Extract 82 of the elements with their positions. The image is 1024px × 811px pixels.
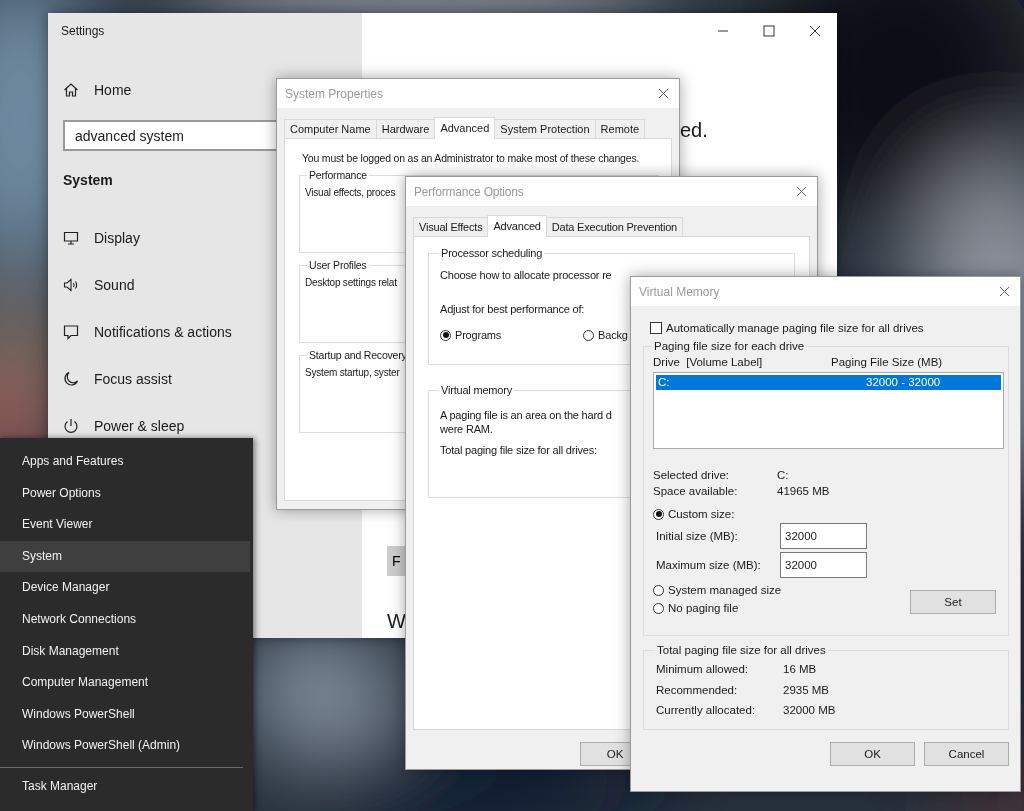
field-label: Space available: [653,484,739,499]
menu-item[interactable]: Device Manager [0,572,250,604]
power-icon [63,417,79,434]
dialog-button[interactable]: OK [830,742,915,766]
group-title: Processor scheduling [440,247,544,259]
group-title: User Profiles [308,259,368,271]
window-title: System Properties [285,86,384,101]
section-heading: System [63,172,113,188]
tab[interactable]: Computer Name [284,119,377,138]
nav-item[interactable]: Home [63,76,132,104]
tab[interactable]: Advanced [434,117,496,139]
description-text: A paging file is an area on the hard d were RAM. [440,408,613,436]
moon-icon [63,370,79,387]
close-icon[interactable] [658,88,669,99]
field-value: 16 MB [783,662,818,677]
heading-text: W [387,610,406,633]
menu-item[interactable]: Computer Management [0,667,250,699]
column-header: Drive [Volume Label] [653,356,764,368]
radio-button[interactable]: No paging file [653,602,739,614]
radio-button[interactable]: Programs [440,329,502,341]
dialog-button[interactable]: Cancel [924,742,1009,766]
menu-item[interactable]: Disk Management [0,635,250,668]
maximize-icon[interactable] [763,25,775,37]
field-label: Minimum allowed: [656,662,750,677]
input-field[interactable]: 32000 [780,523,867,549]
nav-item[interactable]: Focus assist [63,355,172,402]
group-title: Performance [308,169,368,181]
description-text: Choose how to allocate processor re [440,269,613,281]
notice-text: You must be logged on as an Administrator to make most of these changes. [302,152,640,164]
tab[interactable]: System Protection [494,119,596,138]
menu-item[interactable]: System [0,540,250,573]
window-title: Settings [61,24,105,40]
close-icon[interactable] [999,286,1010,297]
home-icon [63,82,79,98]
field-value: 32000 MB [783,703,837,718]
column-header: Paging File Size (MB) [831,356,943,368]
close-icon[interactable] [796,186,807,197]
tab[interactable]: Remote [594,119,646,138]
checkbox[interactable]: Automatically manage paging file size for all drives [650,322,1009,334]
menu-item[interactable]: Task Manager [0,770,250,801]
heading-text: ed. [680,118,708,142]
window-title: Virtual Memory [639,284,720,299]
field-value: 2935 MB [783,682,831,698]
list-row[interactable]: C: 32000 - 32000 [656,375,1001,390]
radio-button[interactable]: System managed size [653,584,782,596]
menu-item[interactable]: Apps and Features [0,446,250,478]
field-label: Total paging file size for all drives: [440,444,598,456]
set-button[interactable]: Set [910,590,996,614]
menu-item[interactable]: Event Viewer [0,509,250,541]
field-label: Currently allocated: [656,703,757,718]
menu-item[interactable]: Windows PowerShell [0,698,250,731]
field-value: 41965 MB [777,484,831,499]
menu-item[interactable]: Windows PowerShell (Admin) [0,730,250,762]
radio-button[interactable]: Custom size: [653,508,735,520]
group-title: Virtual memory [440,384,513,396]
nav-item[interactable]: Sound [63,261,135,308]
window-title: Performance Options [414,184,524,199]
field-label: Maximum size (MB): [656,559,762,571]
speaker-icon [63,276,79,293]
field-label: Adjust for best performance of: [440,303,586,315]
tab[interactable]: Advanced [487,215,547,237]
group-text: Visual effects, proces [305,187,396,198]
group-text: System startup, syster [305,367,400,378]
menu-item[interactable]: Power Options [0,477,250,510]
nav-item[interactable]: Notifications & actions [63,308,232,355]
nav-item[interactable]: Display [63,214,140,261]
tab[interactable]: Visual Effects [413,217,489,236]
radio-button[interactable]: Backg [583,329,628,341]
menu-item[interactable]: Network Connections [0,603,250,636]
field-label: Recommended: [656,682,739,698]
close-icon[interactable] [809,25,821,37]
tab[interactable]: Data Execution Prevention [545,217,684,236]
display-icon [63,229,79,246]
group-title: Paging file size for each drive [653,340,806,352]
field-value: C: [777,468,790,483]
field-label: Selected drive: [653,468,731,483]
input-field[interactable]: 32000 [780,552,867,578]
group-title: Total paging file size for all drives [656,644,827,656]
speech-bubble-icon [63,323,79,340]
group-text: Desktop settings relat [305,277,397,288]
group-title: Startup and Recovery [308,349,408,361]
field-label: Initial size (MB): [656,530,739,542]
